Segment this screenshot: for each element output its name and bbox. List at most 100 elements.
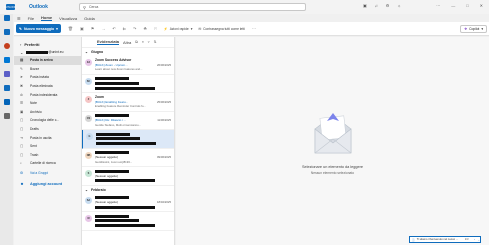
- avatar: Z: [85, 96, 92, 103]
- new-message-button[interactable]: ✎ Nuovo messaggio ▾: [16, 24, 61, 33]
- account-header[interactable]: ⌄ @unint.eu: [14, 48, 81, 56]
- group-header[interactable]: ⌄ Febbraio: [82, 186, 174, 194]
- search-input[interactable]: Cerca: [89, 5, 98, 9]
- folder-item[interactable]: ✎ Bozze: [14, 65, 81, 74]
- select-icon[interactable]: ≡: [142, 40, 144, 44]
- trash-icon: ✖: [20, 84, 23, 89]
- list-item[interactable]: SA (Nessun oggetto) 18/02/2025: [82, 194, 174, 212]
- forward-icon[interactable]: ↷: [133, 26, 136, 31]
- filter-icon[interactable]: ▿: [148, 40, 150, 44]
- copilot-button[interactable]: ❖ Copilot ▾: [460, 25, 487, 33]
- chevron-down-icon[interactable]: ▾: [56, 27, 58, 31]
- chevron-down-icon: ▾: [481, 27, 483, 31]
- teams-app-icon[interactable]: [3, 71, 10, 77]
- list-item[interactable]: ZA Zoom Success Advisor [BULK] Zoom - Upco…: [82, 56, 174, 75]
- maximize-icon[interactable]: □: [466, 3, 468, 8]
- toast-page: 1/3: [464, 238, 469, 241]
- mail-date: 25/06/2025: [157, 99, 171, 104]
- reply-icon[interactable]: ↶: [112, 26, 115, 31]
- list-item[interactable]: NB (Nessun oggetto) 09/06/2025 Gentilissimi…: [82, 149, 174, 167]
- folder-item[interactable]: ☰ Note: [14, 99, 81, 108]
- folder-item[interactable]: ▣ Archivio: [14, 108, 81, 117]
- chevron-down-icon[interactable]: ⌄: [478, 238, 480, 242]
- copilot-label: Copilot: [469, 27, 480, 31]
- ribbon-more-icon[interactable]: ⋯: [252, 26, 256, 31]
- copy-icon[interactable]: ⧉: [135, 40, 138, 44]
- folder-label: Bozze: [30, 66, 40, 71]
- folder-item[interactable]: ⌕ Cartelle di ricerca: [14, 159, 81, 168]
- list-item[interactable]: M: [82, 212, 174, 231]
- report-icon[interactable]: ⚑: [91, 26, 95, 31]
- redacted-text: [96, 137, 140, 140]
- add-account-button[interactable]: ☻ Aggiungi account: [14, 179, 81, 188]
- bell-icon[interactable]: ♫: [375, 3, 378, 8]
- archive-icon[interactable]: ▣: [80, 26, 84, 31]
- folder-item[interactable]: ▢ Sent: [14, 142, 81, 151]
- group-label: Giugno: [90, 50, 104, 54]
- delete-icon[interactable]: 🗑: [68, 26, 73, 31]
- tab-other[interactable]: Altra: [123, 40, 131, 45]
- word-app-icon[interactable]: [3, 85, 10, 91]
- groups-link[interactable]: ⚙ Vai a Gruppi: [14, 169, 81, 178]
- folder-item[interactable]: ▤ Posta in arrivo: [14, 56, 81, 65]
- tag-icon[interactable]: ☘: [143, 26, 147, 31]
- new-message-label: Nuovo messaggio: [23, 26, 55, 31]
- calendar-app-icon[interactable]: [3, 29, 10, 35]
- menu-tabs: ☰ File Home Visualizza Guida: [14, 14, 95, 22]
- reply-all-icon[interactable]: ⇇: [123, 26, 126, 31]
- redacted-text: [95, 86, 155, 90]
- meet-icon[interactable]: ▣: [363, 3, 367, 8]
- tab-help[interactable]: Guida: [84, 16, 95, 21]
- folder-item[interactable]: ▢ Trash: [14, 151, 81, 160]
- redacted-text: [95, 114, 129, 117]
- move-icon[interactable]: →: [101, 26, 105, 31]
- folder-item[interactable]: ✖ Posta eliminata: [14, 82, 81, 91]
- quick-steps-button[interactable]: ⚡ Azioni rapide ▾: [164, 27, 193, 31]
- list-item[interactable]: S (Nessun oggetto): [82, 167, 174, 186]
- lightbulb-icon[interactable]: ☼: [397, 3, 401, 8]
- apps-icon[interactable]: [3, 113, 10, 119]
- close-icon[interactable]: ✕: [480, 3, 483, 8]
- people-app-icon[interactable]: [3, 43, 10, 49]
- more-icon[interactable]: ⋯: [436, 3, 440, 8]
- flag-icon[interactable]: ⚐: [154, 26, 158, 31]
- groups-label: Vai a Gruppi: [30, 171, 49, 176]
- inbox-icon: ▤: [20, 58, 24, 63]
- folder-item[interactable]: ⊘ Posta indesiderata: [14, 90, 81, 99]
- search-box[interactable]: ⚲ Cerca: [79, 3, 306, 11]
- tab-view[interactable]: Visualizza: [59, 16, 77, 21]
- message-list-header: Evidenziata Altra ⧉ ≡ ▿ ⇅: [82, 37, 174, 48]
- mail-sender: Zoom Success Advisor: [95, 58, 132, 62]
- sort-icon[interactable]: ⇅: [154, 40, 157, 44]
- compose-icon: ✎: [19, 26, 22, 31]
- folder-label: Cartelle di ricerca: [30, 161, 56, 166]
- tab-home[interactable]: Home: [41, 15, 53, 21]
- hamburger-icon[interactable]: ☰: [17, 16, 21, 21]
- list-item[interactable]: CS [BULK] Re: Rilascio i ... 11/06/2025 Gen…: [82, 112, 174, 130]
- folder-label: Posta in arrivo: [30, 58, 53, 63]
- redacted-text: [95, 196, 129, 199]
- notification-toast[interactable]: ⓘ Ti stiamo il benvenuto nel nuovo ... 1…: [409, 236, 481, 243]
- folder-item[interactable]: ▢ Cronologia delle c...: [14, 116, 81, 125]
- favorites-header[interactable]: › Preferiti: [14, 40, 81, 48]
- info-icon: ⓘ: [412, 238, 415, 242]
- folder-item[interactable]: ▢ Drafts: [14, 125, 81, 134]
- chevron-up-icon[interactable]: ⌃: [473, 238, 475, 242]
- redacted-text: [95, 81, 139, 85]
- gear-icon[interactable]: ⚙: [386, 3, 390, 8]
- mark-all-read-button[interactable]: ✉ Contrassegna tutti come letti: [198, 27, 245, 31]
- folder-item[interactable]: ⇥ Posta in uscita: [14, 133, 81, 142]
- mail-app-icon[interactable]: [3, 15, 10, 21]
- minimize-icon[interactable]: —: [451, 3, 455, 8]
- todo-app-icon[interactable]: [3, 57, 10, 63]
- tab-focused[interactable]: Evidenziata: [97, 39, 120, 45]
- list-item[interactable]: G: [82, 130, 174, 149]
- tab-file[interactable]: File: [28, 16, 34, 21]
- onedrive-app-icon[interactable]: [3, 99, 10, 105]
- folder-item[interactable]: ➤ Posta inviata: [14, 73, 81, 82]
- list-item[interactable]: SC: [82, 75, 174, 93]
- mail-preview: Enabling Feature Reminder Controls fo...: [95, 104, 146, 108]
- avatar: ZA: [85, 59, 92, 66]
- group-header[interactable]: ⌄ Giugno: [82, 48, 174, 56]
- list-item[interactable]: Z Zoom [BULK] Enabling Featu... 25/06/2025 E…: [82, 93, 174, 112]
